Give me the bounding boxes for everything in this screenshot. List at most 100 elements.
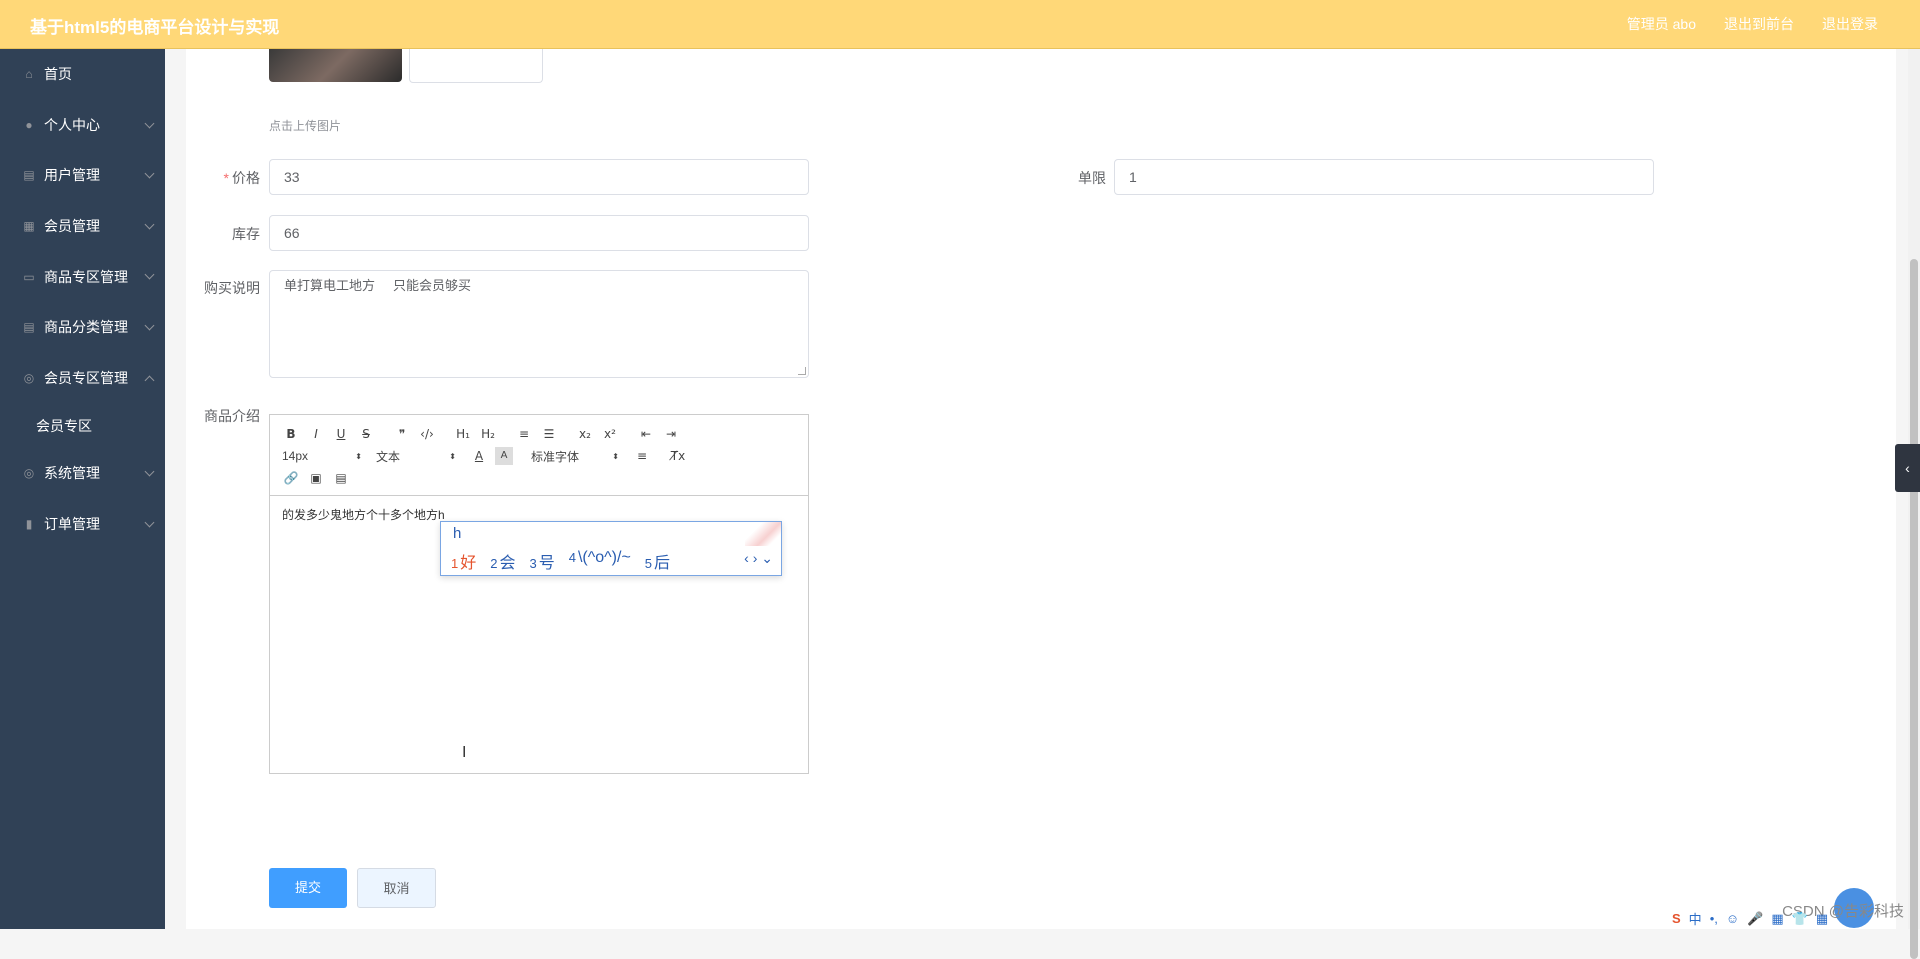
app-title: 基于html5的电商平台设计与实现: [30, 18, 280, 37]
ime-skin-decoration: [745, 522, 781, 546]
sidebar-item-orders[interactable]: ▮ 订单管理: [0, 499, 165, 550]
intro-label: 商品介绍: [204, 408, 260, 424]
sidebar-item-home[interactable]: ⌂ 首页: [0, 49, 165, 100]
link-button[interactable]: 🔗: [282, 469, 300, 487]
sidebar-item-product-zone[interactable]: ▭ 商品专区管理: [0, 251, 165, 302]
code-block-button[interactable]: ‹/›: [418, 425, 436, 443]
select-arrow-icon: ⬍: [355, 451, 362, 461]
scrollbar-thumb[interactable]: [1910, 259, 1918, 959]
bullet-list-button[interactable]: ☰: [540, 425, 558, 443]
clipboard-icon: ▤: [23, 320, 35, 335]
image-button[interactable]: ▣: [307, 469, 325, 487]
limit-label: 单限: [1078, 170, 1106, 186]
cancel-button[interactable]: 取消: [357, 868, 436, 908]
ime-candidate[interactable]: 1好: [451, 549, 476, 573]
upload-hint: 点击上传图片: [269, 119, 342, 133]
font-color-button[interactable]: A: [470, 447, 488, 465]
sidebar: ⌂ 首页 ● 个人中心 ▤ 用户管理 ▦ 会员管理 ▭ 商品专区管理 ▤ 商品分…: [0, 49, 165, 929]
back-to-front-link[interactable]: 退出到前台: [1724, 14, 1794, 34]
briefcase-icon: ▭: [23, 269, 35, 284]
select-arrow-icon: ⬍: [449, 451, 456, 461]
chevron-up-icon: [144, 375, 155, 386]
compass-icon: ◎: [23, 466, 35, 481]
logout-link[interactable]: 退出登录: [1822, 14, 1878, 34]
font-size-value: 14px: [282, 449, 309, 463]
clipboard-icon: ▤: [23, 168, 35, 183]
sidebar-item-label: 用户管理: [44, 167, 100, 184]
sidebar-item-product-category[interactable]: ▤ 商品分类管理: [0, 302, 165, 353]
underline-button[interactable]: U: [332, 425, 350, 443]
chevron-down-icon: [144, 320, 155, 331]
resize-handle[interactable]: [798, 367, 806, 375]
sidebar-item-user-management[interactable]: ▤ 用户管理: [0, 150, 165, 201]
top-bar: 基于html5的电商平台设计与实现 管理员 abo 退出到前台 退出登录: [0, 0, 1920, 49]
chevron-down-icon: [144, 118, 155, 129]
heading-value: 文本: [376, 449, 401, 464]
rich-text-editor: B I U S ❞ ‹/› H₁ H₂ ≡ ☰ x₂ x² ⇤ ⇥ 14px ⬍ …: [269, 414, 809, 774]
punctuation-icon[interactable]: •,: [1710, 911, 1718, 926]
strike-button[interactable]: S: [357, 425, 375, 443]
align-button[interactable]: ≡: [633, 447, 651, 465]
outdent-button[interactable]: ⇤: [637, 425, 655, 443]
indent-button[interactable]: ⇥: [662, 425, 680, 443]
sidebar-item-personal-center[interactable]: ● 个人中心: [0, 100, 165, 151]
header-links: 管理员 abo 退出到前台 退出登录: [1627, 14, 1878, 34]
home-icon: ⌂: [25, 67, 33, 82]
bold-button[interactable]: B: [282, 425, 300, 443]
required-mark: *: [223, 170, 229, 186]
ime-candidate[interactable]: 2会: [490, 549, 515, 573]
sogou-logo-icon[interactable]: S: [1672, 911, 1681, 926]
microphone-icon[interactable]: 🎤: [1747, 911, 1763, 927]
ime-candidates: 1好 2会 3号 4 \(^o^)/~ 5后: [451, 549, 670, 573]
superscript-button[interactable]: x²: [601, 425, 619, 443]
user-icon: ●: [25, 117, 33, 132]
subscript-button[interactable]: x₂: [576, 425, 594, 443]
editor-toolbar: B I U S ❞ ‹/› H₁ H₂ ≡ ☰ x₂ x² ⇤ ⇥ 14px ⬍ …: [270, 415, 808, 496]
sidebar-item-system[interactable]: ◎ 系统管理: [0, 448, 165, 499]
ime-composition: h: [453, 525, 462, 542]
ime-page-nav[interactable]: ‹ › ⌄: [744, 550, 773, 567]
ime-mode-chinese[interactable]: 中: [1689, 909, 1702, 928]
chevron-down-icon: [144, 269, 155, 280]
price-input[interactable]: 33: [269, 159, 809, 195]
sidebar-item-label: 商品分类管理: [44, 319, 128, 336]
keyboard-icon[interactable]: ▦: [1771, 911, 1783, 927]
chevron-down-icon: [144, 466, 155, 477]
collapse-panel-button[interactable]: ‹: [1895, 444, 1920, 492]
sidebar-subitem-member-zone[interactable]: 会员专区: [0, 403, 165, 449]
font-size-select[interactable]: 14px ⬍: [282, 449, 362, 463]
ime-candidate[interactable]: 3号: [530, 549, 555, 573]
skin-icon[interactable]: 👕: [1792, 911, 1808, 927]
stock-input[interactable]: 66: [269, 215, 809, 251]
heading-select[interactable]: 文本 ⬍: [376, 448, 456, 465]
submit-button[interactable]: 提交: [269, 868, 347, 908]
sidebar-item-label: 会员专区管理: [44, 369, 128, 386]
admin-user-link[interactable]: 管理员 abo: [1627, 14, 1696, 34]
emoji-icon[interactable]: ☺: [1726, 911, 1739, 926]
chevron-down-icon: [144, 168, 155, 179]
font-family-select[interactable]: 标准字体 ⬍: [531, 448, 619, 465]
clean-format-button[interactable]: T̸x: [669, 447, 687, 465]
video-button[interactable]: ▤: [332, 469, 350, 487]
h1-button[interactable]: H₁: [454, 425, 472, 443]
price-label: * 价格: [218, 168, 260, 188]
h2-button[interactable]: H₂: [479, 425, 497, 443]
toolbox-icon[interactable]: ▦: [1816, 911, 1828, 927]
image-upload-box[interactable]: [409, 49, 543, 83]
chevron-down-icon: [144, 517, 155, 528]
ordered-list-button[interactable]: ≡: [515, 425, 533, 443]
font-family-value: 标准字体: [531, 449, 580, 464]
sidebar-item-label: 系统管理: [44, 465, 100, 482]
blockquote-button[interactable]: ❞: [393, 425, 411, 443]
purchase-note-textarea[interactable]: 单打算电工地方 只能会员够买: [269, 270, 809, 378]
select-arrow-icon: ⬍: [612, 451, 619, 461]
background-color-button[interactable]: A: [495, 447, 513, 465]
limit-input[interactable]: 1: [1114, 159, 1654, 195]
ime-candidate[interactable]: 5后: [645, 549, 670, 573]
product-image-thumbnail[interactable]: [269, 49, 402, 82]
italic-button[interactable]: I: [307, 425, 325, 443]
sidebar-item-member-management[interactable]: ▦ 会员管理: [0, 201, 165, 252]
ime-candidate[interactable]: 4 \(^o^)/~: [569, 549, 631, 573]
sidebar-item-member-zone[interactable]: ◎ 会员专区管理: [0, 353, 165, 404]
sidebar-item-label: 会员管理: [44, 218, 100, 235]
